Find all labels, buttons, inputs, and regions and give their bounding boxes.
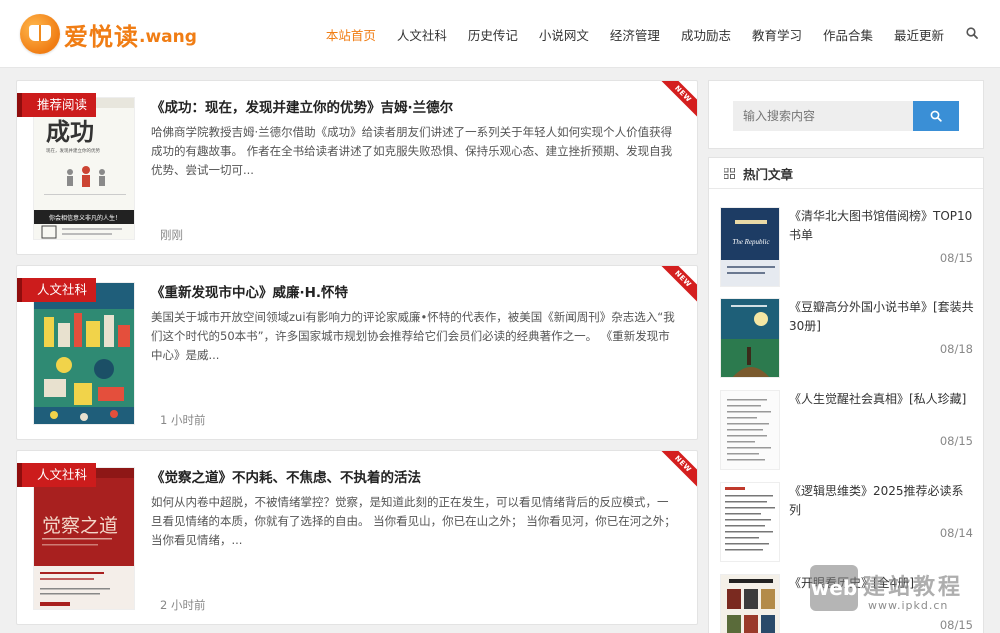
post-time: 1 小时前 [160, 413, 206, 427]
svg-text:觉察之道: 觉察之道 [42, 515, 118, 537]
hot-article-item[interactable]: The Republic 《清华北大图书馆借阅榜》TOP10书单 08/15 [720, 207, 973, 292]
logo-suffix: .wang [139, 27, 197, 47]
category-tag[interactable]: 人文社科 [17, 278, 97, 302]
nav-item-humanities[interactable]: 人文社科 [397, 25, 447, 44]
new-ribbon: NEW [657, 451, 697, 491]
hot-article-date: 08/15 [939, 618, 973, 632]
main-nav: 本站首页 人文社科 历史传记 小说网文 经济管理 成功励志 教育学习 作品合集 … [305, 0, 980, 68]
nav-item-novels[interactable]: 小说网文 [539, 25, 589, 44]
hot-article-date: 08/14 [939, 526, 973, 540]
hot-articles-title: 热门文章 [743, 166, 794, 182]
search-icon[interactable] [966, 27, 980, 41]
nav-item-economics[interactable]: 经济管理 [610, 25, 660, 44]
search-input[interactable] [733, 101, 913, 131]
nav-item-home[interactable]: 本站首页 [326, 25, 376, 44]
search-button[interactable] [913, 101, 959, 131]
logo-text: 爱悦读 [64, 22, 139, 51]
hot-article-date: 08/18 [939, 342, 973, 356]
hot-article-thumb[interactable] [720, 574, 780, 633]
hot-article-title[interactable]: 《逻辑思维类》2025推荐必读系列 [789, 482, 974, 520]
svg-text:The Republic: The Republic [732, 238, 770, 246]
post-card[interactable]: 成功 现在，发现并建立你的优势 你会相信意义非凡的人生！ 推荐阅读 《成功：现在… [16, 80, 698, 255]
hot-article-date: 08/15 [939, 251, 973, 265]
hot-article-thumb[interactable] [720, 390, 780, 470]
hot-articles-widget: 热门文章 The Republic 《清华北大图书馆借阅榜》TOP10书单 08… [708, 157, 984, 633]
site-logo[interactable]: 爱悦读 .wang [20, 14, 197, 54]
hot-article-title[interactable]: 《清华北大图书馆借阅榜》TOP10书单 [789, 207, 974, 245]
hot-article-date: 08/15 [939, 434, 973, 448]
post-title[interactable]: 《觉察之道》不内耗、不焦虑、不执着的活法 [151, 466, 677, 486]
nav-item-success[interactable]: 成功励志 [681, 25, 731, 44]
watermark-url-wrap: www.ipkd.cn [868, 594, 948, 613]
post-card[interactable]: 人文社科 《重新发现市中心》威廉·H.怀特 美国关于城市开放空间领域zui有影响… [16, 265, 698, 440]
hot-article-thumb[interactable] [720, 298, 780, 378]
new-ribbon: NEW [657, 81, 697, 121]
hot-article-title[interactable]: 《人生觉醒社会真相》[私人珍藏] [789, 390, 974, 409]
svg-text:你会相信意义非凡的人生！: 你会相信意义非凡的人生！ [49, 214, 121, 222]
nav-item-recent[interactable]: 最近更新 [894, 25, 944, 44]
new-ribbon: NEW [657, 266, 697, 306]
svg-text:成功: 成功 [46, 119, 94, 146]
post-excerpt: 如何从内卷中超脱，不被情绪掌控？觉察，是知道此刻的正在发生，可以看见情绪背后的反… [151, 495, 676, 547]
hot-articles-header: 热门文章 [709, 158, 983, 189]
book-cover-success[interactable]: 成功 现在，发现并建立你的优势 你会相信意义非凡的人生！ [33, 97, 135, 240]
site-header: 爱悦读 .wang 本站首页 人文社科 历史传记 小说网文 经济管理 成功励志 … [0, 0, 1000, 68]
post-time: 刚刚 [160, 228, 183, 242]
post-time: 2 小时前 [160, 598, 206, 612]
svg-text:现在，发现并建立你的优势: 现在，发现并建立你的优势 [46, 147, 100, 154]
logo-book-icon [20, 14, 60, 54]
nav-item-collections[interactable]: 作品合集 [823, 25, 873, 44]
hot-article-item[interactable]: 《人生觉醒社会真相》[私人珍藏] 08/15 [720, 390, 973, 475]
post-card[interactable]: 觉察之道 人文社科 《觉察之道》不内耗、不焦虑、不执着的活法 如何从内卷中超脱，… [16, 450, 698, 625]
sidebar-search-widget [708, 80, 984, 149]
hot-article-item[interactable]: 《逻辑思维类》2025推荐必读系列 08/14 [720, 482, 973, 567]
hot-article-thumb[interactable]: The Republic [720, 207, 780, 287]
post-title[interactable]: 《成功：现在，发现并建立你的优势》吉姆·兰德尔 [151, 96, 677, 116]
book-cover-awareness[interactable]: 觉察之道 [33, 467, 135, 610]
category-tag[interactable]: 推荐阅读 [17, 93, 97, 117]
hot-article-title[interactable]: 《豆瓣高分外国小说书单》[套装共30册] [789, 298, 974, 336]
grid-icon [724, 167, 735, 179]
search-icon [930, 110, 942, 122]
watermark-logo: web [810, 565, 858, 611]
post-title[interactable]: 《重新发现市中心》威廉·H.怀特 [151, 281, 677, 301]
post-excerpt: 哈佛商学院教授吉姆·兰德尔借助《成功》给读者朋友们讲述了一系列关于年轻人如何实现… [151, 125, 673, 177]
watermark-url: www.ipkd.cn [868, 599, 949, 612]
category-tag[interactable]: 人文社科 [17, 463, 97, 487]
hot-article-thumb[interactable] [720, 482, 780, 562]
nav-item-history[interactable]: 历史传记 [468, 25, 518, 44]
nav-item-education[interactable]: 教育学习 [752, 25, 802, 44]
book-cover-downtown[interactable] [33, 282, 135, 425]
hot-article-item[interactable]: 《豆瓣高分外国小说书单》[套装共30册] 08/18 [720, 298, 974, 383]
post-excerpt: 美国关于城市开放空间领域zui有影响力的评论家威廉•怀特的代表作，被美国《新闻周… [151, 310, 675, 362]
